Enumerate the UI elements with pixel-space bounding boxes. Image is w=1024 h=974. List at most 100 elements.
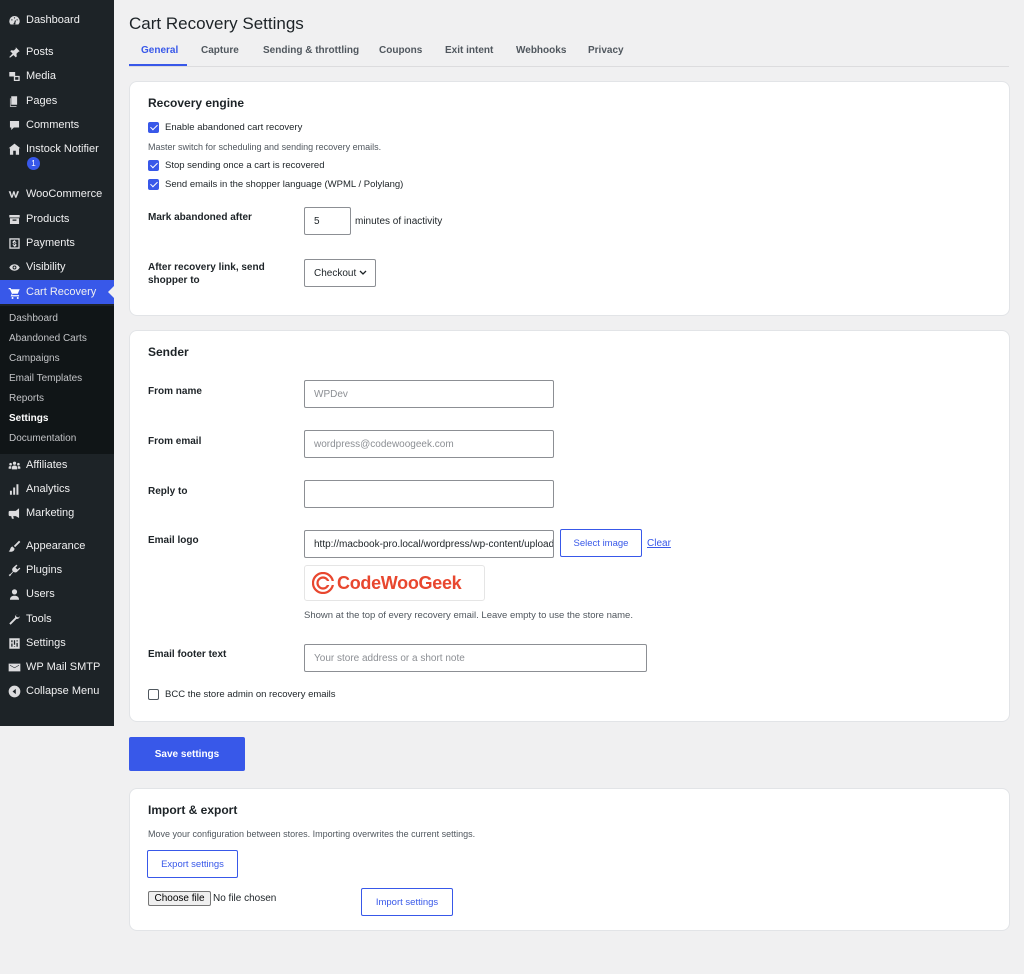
media-icon bbox=[7, 69, 21, 83]
card-title: Sender bbox=[148, 345, 189, 359]
email-footer-input[interactable]: Your store address or a short note bbox=[304, 644, 647, 672]
sidebar-item-affiliates[interactable]: Affiliates bbox=[0, 453, 114, 477]
brush-icon bbox=[7, 539, 21, 553]
submenu-item-abandoned-carts[interactable]: Abandoned Carts bbox=[9, 333, 87, 344]
export-settings-button[interactable]: Export settings bbox=[147, 850, 238, 878]
checkbox-label: Send emails in the shopper language (WPM… bbox=[165, 179, 404, 190]
dollar-icon bbox=[7, 236, 21, 250]
sidebar-item-label: Media bbox=[26, 70, 56, 82]
admin-sidebar: Dashboard Posts Media Pages Comments Ins… bbox=[0, 0, 114, 726]
submenu-item-campaigns[interactable]: Campaigns bbox=[9, 353, 60, 364]
mail-icon bbox=[7, 660, 21, 674]
reply-to-input[interactable] bbox=[304, 480, 554, 508]
sidebar-item-tools[interactable]: Tools bbox=[0, 607, 114, 631]
checkbox-label: BCC the store admin on recovery emails bbox=[165, 689, 336, 700]
submenu-item-email-templates[interactable]: Email Templates bbox=[9, 373, 82, 384]
checkbox-checked-icon[interactable] bbox=[148, 179, 159, 190]
recovery-engine-card: Recovery engine Enable abandoned cart re… bbox=[129, 81, 1010, 316]
choose-file-button[interactable]: Choose file bbox=[148, 891, 211, 906]
sidebar-item-label: Collapse Menu bbox=[26, 685, 100, 697]
plugin-icon bbox=[7, 563, 21, 577]
submenu-item-documentation[interactable]: Documentation bbox=[9, 433, 76, 444]
sidebar-item-label: WooCommerce bbox=[26, 188, 103, 200]
pages-icon bbox=[7, 94, 21, 108]
sidebar-item-label: Users bbox=[26, 588, 55, 600]
tab-sending-throttling[interactable]: Sending & throttling bbox=[263, 45, 359, 56]
sidebar-item-posts[interactable]: Posts bbox=[0, 40, 114, 64]
submenu-item-dashboard[interactable]: Dashboard bbox=[9, 313, 58, 324]
sidebar-item-cart-recovery[interactable]: Cart Recovery bbox=[0, 280, 114, 304]
from-email-input[interactable]: wordpress@codewoogeek.com bbox=[304, 430, 554, 458]
import-settings-button[interactable]: Import settings bbox=[361, 888, 453, 916]
wrench-icon bbox=[7, 612, 21, 626]
archive-icon bbox=[7, 212, 21, 226]
sidebar-item-plugins[interactable]: Plugins bbox=[0, 558, 114, 582]
bcc-admin-checkbox[interactable]: BCC the store admin on recovery emails bbox=[148, 689, 336, 700]
eye-icon bbox=[7, 260, 21, 274]
comment-icon bbox=[7, 118, 21, 132]
tab-privacy[interactable]: Privacy bbox=[588, 45, 624, 56]
settings-tabs: General Capture Sending & throttling Cou… bbox=[129, 40, 1009, 67]
tab-capture[interactable]: Capture bbox=[201, 45, 239, 56]
collapse-menu-button[interactable]: Collapse Menu bbox=[0, 679, 114, 703]
sidebar-item-marketing[interactable]: Marketing bbox=[0, 501, 114, 525]
logo-mark-icon bbox=[312, 572, 334, 594]
no-file-chosen-text: No file chosen bbox=[213, 893, 277, 904]
sidebar-item-users[interactable]: Users bbox=[0, 582, 114, 606]
checkbox-label: Stop sending once a cart is recovered bbox=[165, 160, 325, 171]
sidebar-item-pages[interactable]: Pages bbox=[0, 89, 114, 113]
sidebar-item-label: Cart Recovery bbox=[26, 286, 97, 298]
from-email-label: From email bbox=[148, 436, 202, 447]
sidebar-item-wp-mail-smtp[interactable]: WP Mail SMTP bbox=[0, 655, 114, 679]
sidebar-item-label: Tools bbox=[26, 613, 52, 625]
sidebar-item-label: Payments bbox=[26, 237, 75, 249]
email-footer-label: Email footer text bbox=[148, 649, 227, 660]
save-settings-button[interactable]: Save settings bbox=[129, 737, 245, 771]
sidebar-item-instock-notifier[interactable]: Instock Notifier bbox=[0, 137, 114, 161]
tab-exit-intent[interactable]: Exit intent bbox=[445, 45, 493, 56]
import-export-card: Import & export Move your configuration … bbox=[129, 788, 1010, 931]
sidebar-item-analytics[interactable]: Analytics bbox=[0, 477, 114, 501]
sidebar-item-woocommerce[interactable]: WooCommerce bbox=[0, 182, 114, 206]
enable-recovery-help: Master switch for scheduling and sending… bbox=[148, 142, 382, 152]
clear-logo-link[interactable]: Clear bbox=[647, 538, 671, 549]
mark-abandoned-input[interactable]: 5 bbox=[304, 207, 351, 235]
email-logo-label: Email logo bbox=[148, 535, 199, 546]
submenu-item-settings[interactable]: Settings bbox=[9, 413, 48, 424]
select-image-button[interactable]: Select image bbox=[560, 529, 642, 557]
chart-icon bbox=[7, 482, 21, 496]
sidebar-item-appearance[interactable]: Appearance bbox=[0, 534, 114, 558]
checkbox-checked-icon[interactable] bbox=[148, 122, 159, 133]
active-tab-indicator bbox=[129, 64, 187, 66]
tab-general[interactable]: General bbox=[141, 45, 178, 56]
redirect-select[interactable]: Checkout bbox=[304, 259, 376, 287]
reply-to-label: Reply to bbox=[148, 486, 188, 497]
sidebar-item-settings[interactable]: Settings bbox=[0, 631, 114, 655]
sidebar-item-dashboard[interactable]: Dashboard bbox=[0, 8, 114, 32]
sidebar-item-label: Analytics bbox=[26, 483, 71, 495]
sidebar-item-payments[interactable]: Payments bbox=[0, 231, 114, 255]
sidebar-item-comments[interactable]: Comments bbox=[0, 113, 114, 137]
checkbox-unchecked-icon[interactable] bbox=[148, 689, 159, 700]
sidebar-item-products[interactable]: Products bbox=[0, 207, 114, 231]
sidebar-item-media[interactable]: Media bbox=[0, 64, 114, 88]
dashboard-icon bbox=[7, 13, 21, 27]
tab-webhooks[interactable]: Webhooks bbox=[516, 45, 566, 56]
mark-abandoned-label: Mark abandoned after bbox=[148, 212, 252, 223]
email-logo-input[interactable]: http://macbook-pro.local/wordpress/wp-co… bbox=[304, 530, 554, 558]
tab-coupons[interactable]: Coupons bbox=[379, 45, 422, 56]
cart-recovery-submenu: Dashboard Abandoned Carts Campaigns Emai… bbox=[0, 306, 114, 454]
sidebar-item-visibility[interactable]: Visibility bbox=[0, 255, 114, 279]
redirect-select-value: Checkout bbox=[314, 267, 357, 279]
shopper-language-checkbox[interactable]: Send emails in the shopper language (WPM… bbox=[148, 179, 403, 190]
stop-sending-checkbox[interactable]: Stop sending once a cart is recovered bbox=[148, 160, 324, 171]
collapse-icon bbox=[7, 684, 21, 698]
logo-preview: CodeWooGeek bbox=[304, 565, 485, 601]
sidebar-item-label: Marketing bbox=[26, 507, 75, 519]
checkbox-checked-icon[interactable] bbox=[148, 160, 159, 171]
submenu-item-reports[interactable]: Reports bbox=[9, 393, 44, 404]
from-name-input[interactable]: WPDev bbox=[304, 380, 554, 408]
woo-icon bbox=[7, 187, 21, 201]
enable-recovery-checkbox[interactable]: Enable abandoned cart recovery bbox=[148, 122, 302, 133]
sidebar-item-label: Posts bbox=[26, 46, 54, 58]
